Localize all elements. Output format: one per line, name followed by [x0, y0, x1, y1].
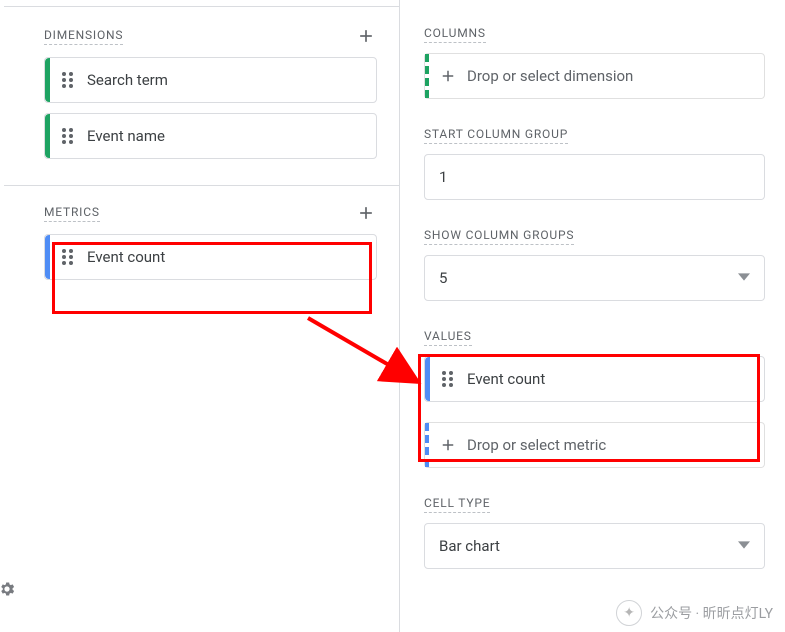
select-value: 5 — [439, 269, 447, 287]
start-column-group-title: START COLUMN GROUP — [424, 127, 568, 144]
chevron-down-icon — [738, 537, 750, 555]
cell-type-title: CELL TYPE — [424, 496, 490, 513]
show-column-groups-title: SHOW COLUMN GROUPS — [424, 228, 574, 245]
cell-type-select[interactable]: Bar chart — [424, 523, 765, 569]
values-dropzone[interactable]: Drop or select metric — [424, 422, 765, 468]
values-title: VALUES — [424, 329, 472, 346]
drag-handle-icon[interactable] — [59, 249, 75, 265]
chip-label: Event count — [87, 248, 165, 266]
dropzone-stripe — [425, 54, 429, 98]
metrics-title: METRICS — [44, 205, 100, 222]
plus-icon — [439, 436, 457, 454]
show-column-groups-select[interactable]: 5 — [424, 255, 765, 301]
drag-handle-icon[interactable] — [59, 128, 75, 144]
values-section: VALUES Event count Drop or select metric — [424, 311, 765, 478]
input-value: 1 — [439, 168, 447, 186]
columns-title: COLUMNS — [424, 26, 486, 43]
start-column-group-section: START COLUMN GROUP 1 — [424, 109, 765, 210]
select-value: Bar chart — [439, 537, 500, 555]
value-chip[interactable]: Event count — [424, 356, 765, 402]
dropzone-stripe — [425, 423, 429, 467]
add-dimension-button[interactable] — [355, 25, 377, 47]
show-column-groups-section: SHOW COLUMN GROUPS 5 — [424, 210, 765, 311]
metric-stripe — [425, 357, 430, 401]
chip-label: Search term — [87, 71, 168, 89]
right-panel: COLUMNS Drop or select dimension START C… — [400, 0, 785, 632]
cell-type-section: CELL TYPE Bar chart — [424, 478, 765, 579]
dimension-chip[interactable]: Search term — [44, 57, 377, 103]
dimensions-section: DIMENSIONS Search term Event name — [4, 7, 399, 179]
drag-handle-icon[interactable] — [439, 371, 455, 387]
chip-label: Event name — [87, 127, 165, 145]
dimension-stripe — [45, 58, 50, 102]
metric-chip[interactable]: Event count — [44, 234, 377, 280]
dropzone-label: Drop or select dimension — [467, 67, 633, 85]
columns-dropzone[interactable]: Drop or select dimension — [424, 53, 765, 99]
dimension-chip[interactable]: Event name — [44, 113, 377, 159]
columns-section: COLUMNS Drop or select dimension — [424, 0, 765, 109]
dropzone-label: Drop or select metric — [467, 436, 606, 454]
add-metric-button[interactable] — [355, 202, 377, 224]
drag-handle-icon[interactable] — [59, 72, 75, 88]
chip-label: Event count — [467, 370, 545, 388]
gear-icon[interactable] — [0, 580, 16, 602]
left-panel: DIMENSIONS Search term Event name METRIC… — [0, 0, 400, 632]
metrics-section: METRICS Event count — [4, 186, 399, 300]
chevron-down-icon — [738, 269, 750, 287]
dimension-stripe — [45, 114, 50, 158]
metric-stripe — [45, 235, 50, 279]
dimensions-title: DIMENSIONS — [44, 28, 123, 45]
plus-icon — [439, 67, 457, 85]
start-column-group-input[interactable]: 1 — [424, 154, 765, 200]
